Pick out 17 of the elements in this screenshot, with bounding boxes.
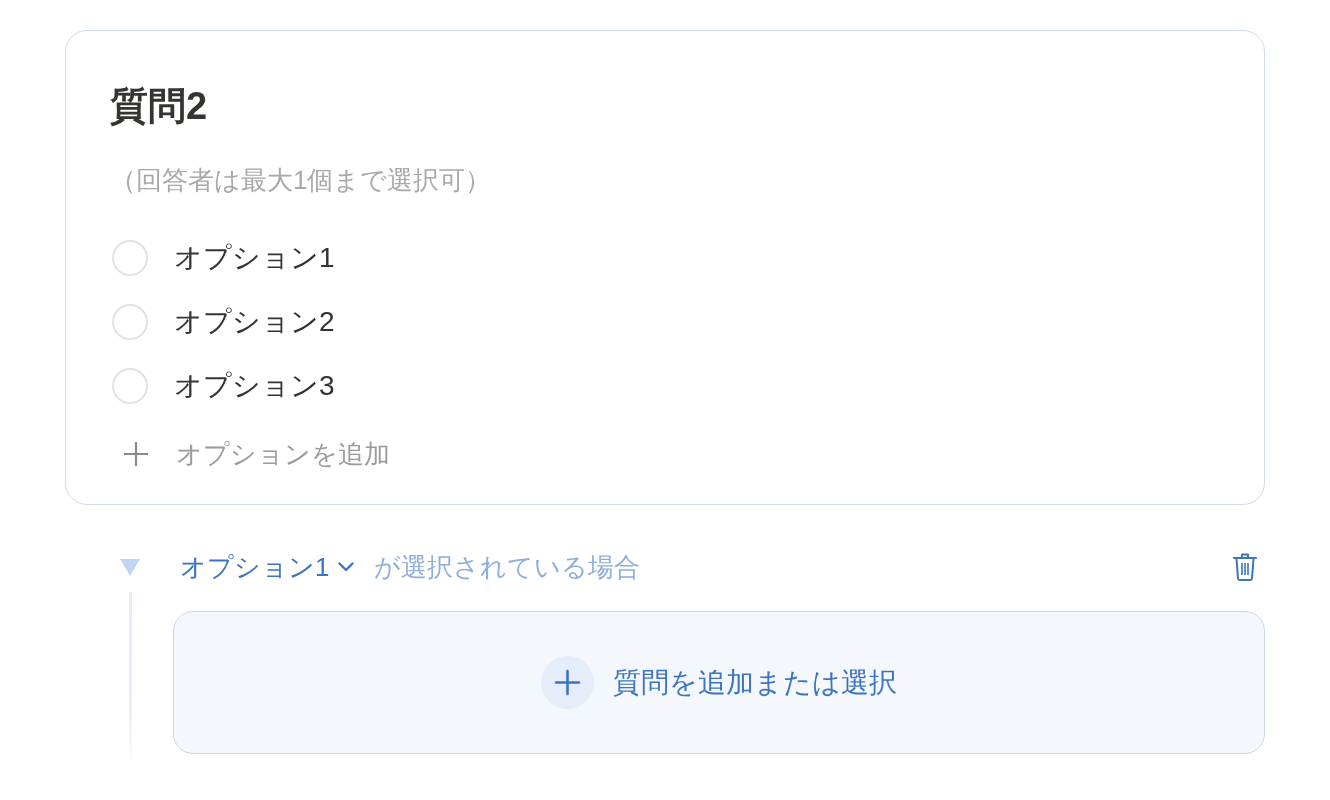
trash-icon[interactable] bbox=[1233, 553, 1257, 581]
option-label: オプション2 bbox=[174, 305, 335, 339]
option-dropdown[interactable]: オプション1 bbox=[180, 549, 355, 585]
option-label: オプション3 bbox=[174, 369, 335, 403]
radio-button[interactable] bbox=[112, 368, 148, 404]
triangle-icon[interactable] bbox=[120, 559, 140, 576]
option-label: オプション1 bbox=[174, 241, 335, 275]
question-title: 質問2 bbox=[110, 84, 209, 129]
plus-icon bbox=[124, 442, 148, 466]
condition-text: が選択されている場合 bbox=[374, 551, 642, 584]
selection-hint: （回答者は最大1個まで選択可） bbox=[110, 164, 493, 197]
plus-icon bbox=[541, 656, 594, 709]
radio-button[interactable] bbox=[112, 304, 148, 340]
radio-button[interactable] bbox=[112, 240, 148, 276]
add-question-button[interactable]: 質問を追加または選択 bbox=[173, 611, 1265, 754]
add-option-button[interactable]: オプションを追加 bbox=[110, 422, 394, 486]
chevron-down-icon bbox=[338, 562, 355, 572]
